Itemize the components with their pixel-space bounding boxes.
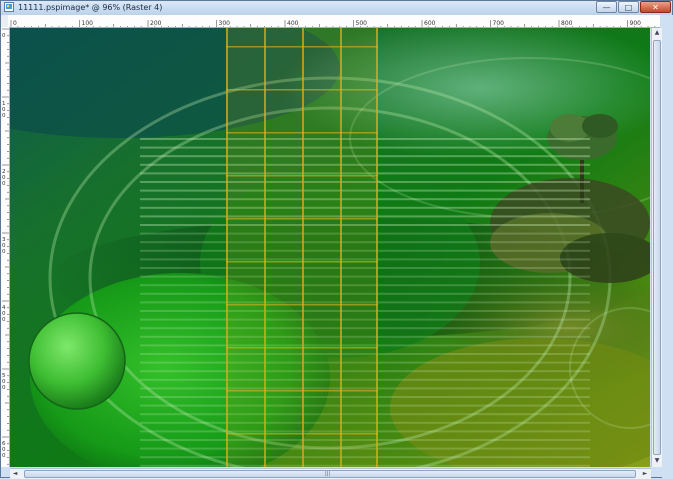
document-window: 11111.pspimage* @ 96% (Raster 4) — □ ✕ 0… xyxy=(0,0,673,479)
ruler-tick-label: 300 xyxy=(219,20,231,27)
grid-horizontal-line xyxy=(226,218,378,220)
vertical-ruler: 0100200300400500600 xyxy=(1,27,10,467)
horizontal-scrollbar[interactable]: ◄ ||| ► xyxy=(10,468,651,479)
horizontal-scroll-thumb[interactable]: ||| xyxy=(24,470,636,478)
canvas-artwork xyxy=(10,28,650,467)
ruler-tick-label: 900 xyxy=(630,20,642,27)
ruler-tick-label: 0 xyxy=(2,453,6,459)
ruler-tick-label: 0 xyxy=(13,20,17,27)
minimize-button[interactable]: — xyxy=(596,1,617,13)
close-icon: ✕ xyxy=(652,3,659,12)
scroll-grip-icon: ||| xyxy=(325,471,331,477)
ruler-tick-label: 600 xyxy=(424,20,436,27)
vertical-ruler-ticks: 0100200300400500600 xyxy=(2,28,9,465)
ruler-tick-label: 0 xyxy=(2,181,6,187)
grid-band xyxy=(226,28,378,467)
vertical-grid-lines xyxy=(226,28,378,467)
scroll-down-arrow-icon[interactable]: ▼ xyxy=(652,456,662,466)
ruler-tick-label: 700 xyxy=(493,20,505,27)
ruler-tick-label: 400 xyxy=(287,20,299,27)
ruler-tick-label: 0 xyxy=(2,33,6,39)
maximize-icon: □ xyxy=(624,3,633,12)
grid-horizontal-line xyxy=(226,433,378,435)
pspimage-file-icon xyxy=(4,2,14,12)
grid-horizontal-line xyxy=(226,132,378,134)
title-bar[interactable]: 11111.pspimage* @ 96% (Raster 4) — □ ✕ xyxy=(1,1,672,15)
horizontal-ruler: 0 100 200 300 400 500 600 700 800 900 xyxy=(8,15,660,28)
ruler-tick-label: 0 xyxy=(2,113,6,119)
ruler-tick-label: 800 xyxy=(561,20,573,27)
window-title: 11111.pspimage* @ 96% (Raster 4) xyxy=(18,3,163,12)
horizontal-ruler-ticks: 0 100 200 300 400 500 600 700 800 900 xyxy=(10,20,656,27)
grid-horizontal-line xyxy=(226,175,378,177)
scroll-up-arrow-icon[interactable]: ▲ xyxy=(652,28,662,38)
ruler-tick-label: 0 xyxy=(2,249,6,255)
ruler-tick-label: 0 xyxy=(2,317,6,323)
close-button[interactable]: ✕ xyxy=(640,1,671,13)
vertical-scrollbar[interactable]: ▲ ▼ xyxy=(651,28,662,467)
ruler-tick-label: 200 xyxy=(150,20,162,27)
grid-horizontal-line xyxy=(226,261,378,263)
maximize-button[interactable]: □ xyxy=(618,1,639,13)
ruler-tick-label: 500 xyxy=(356,20,368,27)
grid-horizontal-line xyxy=(226,89,378,91)
vertical-scroll-thumb[interactable] xyxy=(653,40,661,455)
grid-horizontal-line xyxy=(226,46,378,48)
grid-horizontal-line xyxy=(226,390,378,392)
image-canvas[interactable] xyxy=(10,28,650,467)
grid-horizontal-line xyxy=(226,347,378,349)
window-right-frame xyxy=(662,15,673,478)
ruler-tick-label: 0 xyxy=(2,385,6,391)
grid-horizontal-line xyxy=(226,304,378,306)
minimize-icon: — xyxy=(602,3,611,12)
ruler-tick-label: 100 xyxy=(82,20,94,27)
ruler-corner xyxy=(1,15,8,27)
